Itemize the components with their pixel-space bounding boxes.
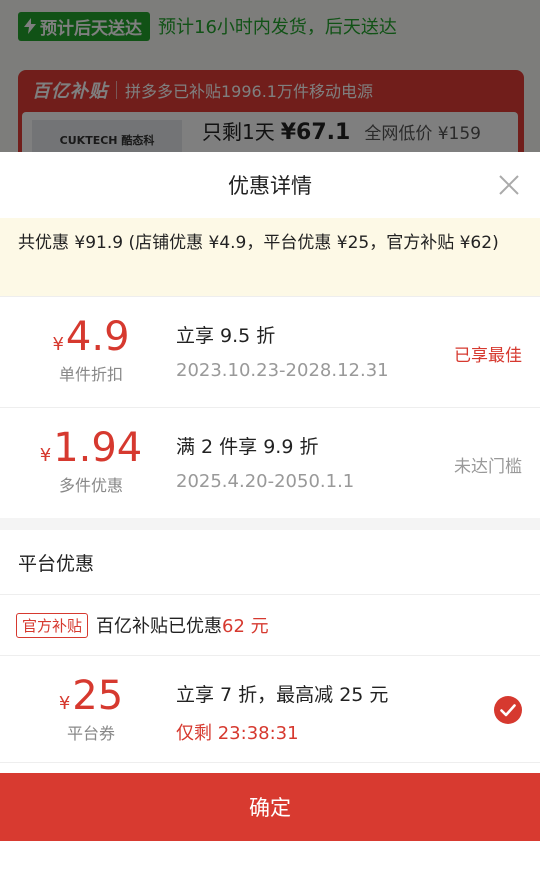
coupon-kind: 平台券 <box>66 724 115 743</box>
official-subsidy-amount: 62 元 <box>222 616 269 637</box>
platform-coupon[interactable]: ¥ 25 平台券 立享 7 折，最高减 25 元 仅剩 23:38:31 <box>0 656 540 766</box>
platform-section-title: 平台优惠 <box>0 530 540 595</box>
coupon-title: 立享 7 折，最高减 25 元 <box>176 684 389 706</box>
coupon-validity: 2025.4.20-2050.1.1 <box>176 471 355 492</box>
modal-overlay[interactable] <box>0 0 540 152</box>
official-subsidy-text: 百亿补贴已优惠 <box>96 616 223 637</box>
section-divider <box>0 518 540 530</box>
sheet-title: 优惠详情 <box>228 174 312 198</box>
coupon-kind: 单件折扣 <box>58 365 123 384</box>
coupon-title: 满 2 件享 9.9 折 <box>176 436 319 458</box>
close-icon[interactable] <box>498 174 520 196</box>
checkmark-icon[interactable] <box>494 696 522 724</box>
coupon-amount: ¥ 25 <box>58 673 124 719</box>
coupon-item[interactable]: ¥ 4.9 单件折扣 立享 9.5 折 2023.10.23-2028.12.3… <box>0 296 540 407</box>
confirm-button[interactable]: 确定 <box>0 773 540 841</box>
official-subsidy-row: 官方补贴 百亿补贴已优惠 62 元 <box>0 595 540 656</box>
coupon-amount: ¥ 4.9 <box>52 314 130 360</box>
coupon-amount: ¥ 1.94 <box>39 425 143 471</box>
sheet-header: 优惠详情 <box>0 152 540 218</box>
coupon-validity: 2023.10.23-2028.12.31 <box>176 360 389 381</box>
coupon-title: 立享 9.5 折 <box>176 325 276 347</box>
coupon-item[interactable]: ¥ 1.94 多件优惠 满 2 件享 9.9 折 2025.4.20-2050.… <box>0 407 540 518</box>
discount-summary: 共优惠 ¥91.9 (店铺优惠 ¥4.9，平台优惠 ¥25，官方补贴 ¥62) <box>0 218 540 296</box>
coupon-status: 未达门槛 <box>454 457 522 477</box>
background-page: 预计后天送达 预计16小时内发货，后天送达 百亿补贴 拼多多已补贴1996.1万… <box>0 0 540 172</box>
coupon-kind: 多件优惠 <box>58 476 123 495</box>
official-subsidy-tag: 官方补贴 <box>16 612 89 638</box>
coupon-countdown: 仅剩 23:38:31 <box>176 723 299 744</box>
coupon-status: 已享最佳 <box>454 346 522 366</box>
